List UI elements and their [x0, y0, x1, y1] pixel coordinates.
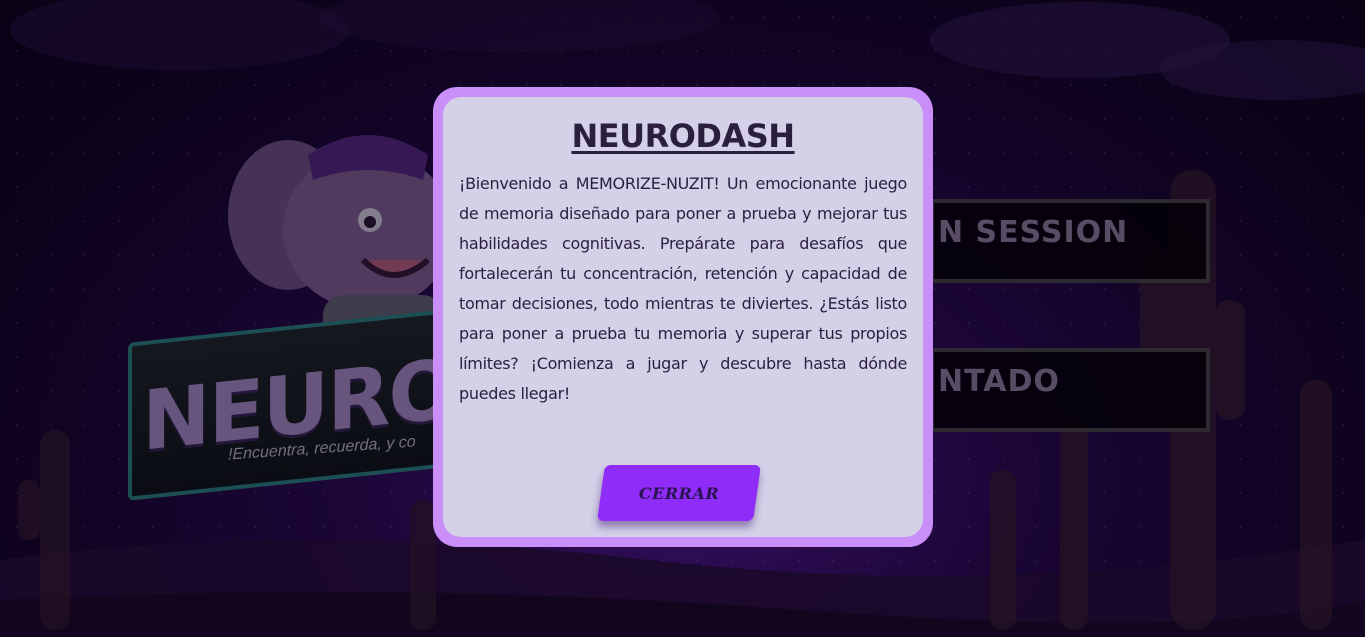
welcome-modal: NEURODASH ¡Bienvenido a MEMORIZE-NUZIT! … [433, 87, 933, 547]
game-screen: NEURODASH !Encuentra, recuerda, y co N S… [0, 0, 1365, 637]
modal-title: NEURODASH [571, 117, 795, 155]
modal-description: ¡Bienvenido a MEMORIZE-NUZIT! Un emocion… [459, 174, 907, 403]
close-button-label: CERRAR [638, 483, 720, 503]
close-button[interactable]: CERRAR [597, 465, 761, 521]
modal-content: NEURODASH ¡Bienvenido a MEMORIZE-NUZIT! … [443, 97, 923, 537]
